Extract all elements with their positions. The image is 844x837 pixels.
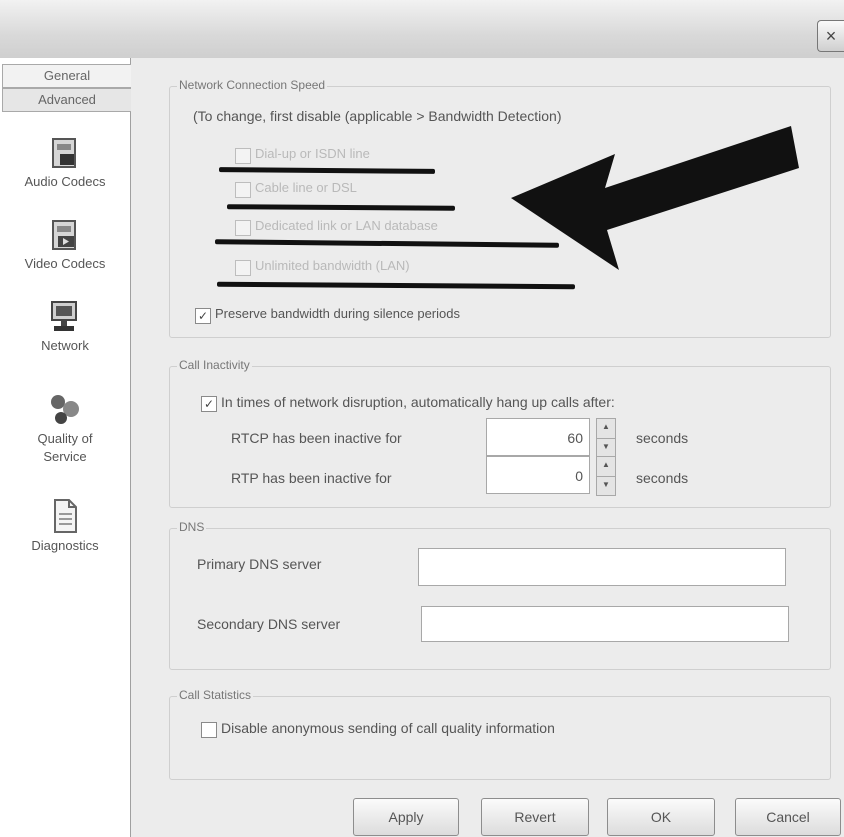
spin-down-icon[interactable]: ▼: [597, 438, 615, 458]
secondary-dns-input[interactable]: [421, 606, 789, 642]
audio-codecs-icon: [52, 138, 76, 168]
auto-hangup-label: In times of network disruption, automati…: [221, 394, 615, 410]
option-checkbox-1[interactable]: [235, 148, 251, 164]
rtp-spinner[interactable]: ▲ ▼: [596, 456, 616, 496]
preserve-bandwidth-checkbox[interactable]: ✓: [195, 308, 211, 324]
auto-hangup-checkbox[interactable]: ✓: [201, 396, 217, 412]
apply-button[interactable]: Apply: [353, 798, 459, 836]
dns-group-label: DNS: [177, 520, 207, 534]
spin-down-icon[interactable]: ▼: [597, 476, 615, 496]
sidebar-item-label: Video Codecs: [24, 256, 106, 271]
tab-general[interactable]: General: [2, 64, 132, 88]
video-codecs-icon: [52, 220, 76, 250]
rtp-seconds-input[interactable]: 0: [486, 456, 590, 494]
settings-window: × General Advanced Audio Codecs Video Co…: [0, 0, 844, 837]
option-label-2: Cable line or DSL: [255, 180, 357, 195]
quality-of-service-icon: [51, 395, 79, 424]
network-speed-group-label: Network Connection Speed: [177, 78, 328, 92]
rtp-unit: seconds: [636, 470, 689, 486]
sidebar-item-quality-of-service[interactable]: Quality of Service: [0, 392, 130, 466]
option-label-4: Unlimited bandwidth (LAN): [255, 258, 410, 273]
primary-dns-input[interactable]: [418, 548, 786, 586]
diagnostics-icon: [54, 499, 77, 533]
call-statistics-group-label: Call Statistics: [177, 688, 254, 702]
spin-up-icon[interactable]: ▲: [597, 419, 615, 438]
anonymous-stats-label: Disable anonymous sending of call qualit…: [221, 720, 555, 736]
sidebar-item-diagnostics[interactable]: Diagnostics: [0, 498, 130, 553]
sidebar-item-video-codecs[interactable]: Video Codecs: [0, 218, 130, 271]
sidebar-item-label: Quality of Service: [37, 431, 93, 464]
rtcp-unit: seconds: [636, 430, 689, 446]
tab-advanced[interactable]: Advanced: [2, 88, 132, 112]
sidebar-item-label: Network: [41, 338, 89, 353]
sidebar: General Advanced Audio Codecs Video Code…: [0, 58, 132, 837]
primary-dns-label: Primary DNS server: [197, 556, 322, 572]
revert-button[interactable]: Revert: [481, 798, 589, 836]
annotation-arrow-icon: [511, 126, 799, 270]
option-label-3: Dedicated link or LAN database: [255, 218, 438, 233]
anonymous-stats-checkbox[interactable]: [201, 722, 217, 738]
sidebar-item-audio-codecs[interactable]: Audio Codecs: [0, 136, 130, 189]
spin-up-icon[interactable]: ▲: [597, 457, 615, 476]
rtp-label: RTP has been inactive for: [231, 470, 392, 486]
title-bar: ×: [0, 0, 844, 59]
close-button[interactable]: ×: [817, 20, 844, 52]
sidebar-item-network[interactable]: Network: [0, 300, 130, 353]
network-icon: [51, 301, 77, 331]
option-checkbox-4[interactable]: [235, 260, 251, 276]
rtcp-spinner[interactable]: ▲ ▼: [596, 418, 616, 458]
call-inactivity-group-label: Call Inactivity: [177, 358, 252, 372]
sidebar-item-label: Diagnostics: [31, 538, 99, 553]
secondary-dns-label: Secondary DNS server: [197, 616, 341, 632]
settings-panel: Network Connection Speed (To change, fir…: [131, 58, 844, 837]
cancel-button[interactable]: Cancel: [735, 798, 841, 836]
rtcp-label: RTCP has been inactive for: [231, 430, 402, 446]
option-label-1: Dial-up or ISDN line: [255, 146, 370, 161]
ok-button[interactable]: OK: [607, 798, 715, 836]
sidebar-item-label: Audio Codecs: [24, 174, 106, 189]
rtcp-seconds-input[interactable]: 60: [486, 418, 590, 456]
option-checkbox-2[interactable]: [235, 182, 251, 198]
preserve-bandwidth-label: Preserve bandwidth during silence period…: [215, 306, 460, 321]
option-checkbox-3[interactable]: [235, 220, 251, 236]
call-statistics-group: [169, 696, 831, 780]
